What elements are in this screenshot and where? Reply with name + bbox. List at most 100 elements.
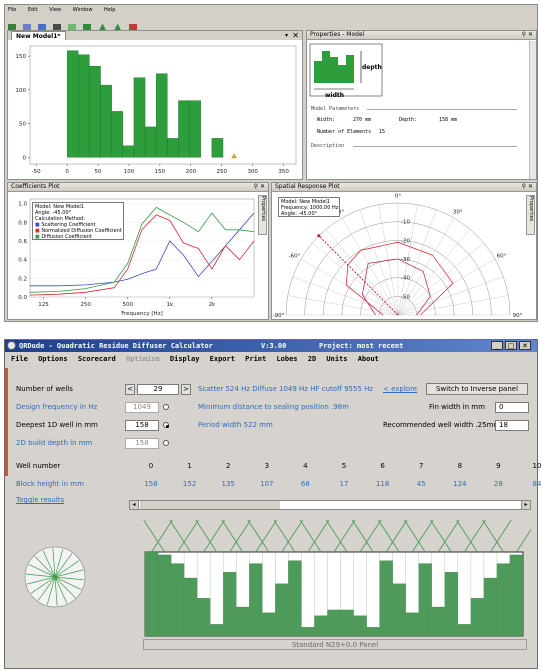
coefficients-legend: Model: New Model1 Angle: -45.00° Calcula… xyxy=(32,202,124,240)
minimize-button[interactable]: _ xyxy=(491,341,503,350)
spatial-close-icon[interactable]: ⚲ ✕ xyxy=(522,183,533,190)
model-params-header: Model Parameters xyxy=(311,106,360,112)
decrement-wells-button[interactable]: < xyxy=(125,384,135,395)
coefficients-title-text: Coefficients Plot xyxy=(11,183,60,190)
deepest-well-input[interactable]: 158 xyxy=(125,420,159,431)
menu-file[interactable]: File xyxy=(11,355,28,363)
y-tick-label: 150 xyxy=(16,54,27,60)
well-number-cell: 1 xyxy=(187,462,192,470)
well-block xyxy=(210,624,224,637)
properties-scrollbar[interactable] xyxy=(529,41,536,179)
menu-help[interactable]: Help xyxy=(104,7,115,13)
frequency-summary: Scatter 524 Hz Diffuse 1049 Hz HF cutoff… xyxy=(198,385,374,393)
well-block xyxy=(301,627,315,637)
angle-label: -60° xyxy=(289,253,301,259)
element-depth-chart: -50 0 50 100 150 200 250 300 350 150 100 50 0 xyxy=(16,45,297,175)
coeff-close-icon[interactable]: ⚲ ✕ xyxy=(254,183,265,190)
depth-bar xyxy=(155,73,168,158)
scroll-right-icon[interactable]: ▸ xyxy=(521,501,530,509)
x-tick-label: 100 xyxy=(124,169,135,175)
tab-menu-icon[interactable]: ▾ xyxy=(285,32,288,39)
block-height-cell: 45 xyxy=(416,480,426,488)
well-block xyxy=(314,615,328,637)
y-tick-label: 1.0 xyxy=(18,202,27,208)
angle-label: 90° xyxy=(513,313,523,319)
depth-bar xyxy=(89,66,101,158)
description-header: Description xyxy=(311,143,345,149)
depth-bar xyxy=(78,54,90,158)
maximize-button[interactable]: □ xyxy=(505,341,517,350)
switch-inverse-button[interactable]: Switch to Inverse panel xyxy=(426,383,528,395)
qrdude-window: QRDude - Quadratic Residue Diffuser Calc… xyxy=(4,339,541,669)
wells-input[interactable]: 29 xyxy=(137,384,179,395)
x-tick-label: 125 xyxy=(38,302,49,308)
well-block xyxy=(509,554,524,637)
tab-new-model1[interactable]: New Model1* xyxy=(11,31,66,40)
menu-display[interactable]: Display xyxy=(170,355,200,363)
properties-side-tab[interactable]: Properties xyxy=(258,195,267,235)
close-icon[interactable]: ✕ xyxy=(292,31,299,40)
block-height-cell: 152 xyxy=(182,480,197,488)
menu-export[interactable]: Export xyxy=(210,355,235,363)
x-tick-label: 2k xyxy=(209,302,216,308)
diagram-well xyxy=(338,65,346,83)
scroll-left-icon[interactable]: ◂ xyxy=(130,501,139,509)
ring-label: -30 xyxy=(401,257,410,263)
properties-side-tab[interactable]: Properties xyxy=(526,195,535,235)
block-height-label: Block height in mm xyxy=(16,480,84,488)
menu-options[interactable]: Options xyxy=(38,355,68,363)
menu-about[interactable]: About xyxy=(358,355,379,363)
well-block xyxy=(496,563,511,637)
menu-units[interactable]: Units xyxy=(326,355,347,363)
well-block xyxy=(262,612,276,637)
menu-file[interactable]: File xyxy=(8,7,16,13)
recommended-width-input[interactable]: 18 xyxy=(495,420,529,431)
depth-bar xyxy=(100,84,112,158)
x-tick-label: 1k xyxy=(166,302,173,308)
x-tick-label: 500 xyxy=(122,302,133,308)
build-depth-radio[interactable] xyxy=(163,440,169,446)
toggle-results-link[interactable]: Toggle results xyxy=(16,496,64,504)
coefficients-pane: Coefficients Plot ⚲ ✕ 1.0 0.8 0.6 0.4 0.2 0.0… xyxy=(7,182,269,320)
block-height-cell: 124 xyxy=(453,480,467,488)
menu-print[interactable]: Print xyxy=(245,355,266,363)
fin-width-input[interactable]: 0 xyxy=(495,402,529,413)
design-frequency-input[interactable]: 1049 xyxy=(125,402,159,413)
block-height-cell: 17 xyxy=(339,480,349,488)
increment-wells-button[interactable]: > xyxy=(181,384,191,395)
menu-scorecard[interactable]: Scorecard xyxy=(78,355,116,363)
scroll-thumb[interactable] xyxy=(140,501,280,509)
y-tick-label: 0.0 xyxy=(18,295,27,301)
close-button[interactable]: ✕ xyxy=(519,341,531,350)
y-tick-label: 0.2 xyxy=(18,276,27,282)
model-editor-window: File Edit View Window Help New Model1* ▾… xyxy=(4,4,538,322)
menu-window[interactable]: Window xyxy=(73,7,93,13)
block-height-cell: 107 xyxy=(260,480,274,488)
depth-bar xyxy=(133,77,146,158)
menu-edit[interactable]: Edit xyxy=(28,7,38,13)
accent-strip xyxy=(5,368,8,476)
well-block xyxy=(170,563,185,637)
deepest-well-radio[interactable] xyxy=(163,422,169,428)
menu-optimise[interactable]: Optimise xyxy=(126,355,160,363)
well-block xyxy=(157,554,172,637)
scatter-ray xyxy=(516,528,531,553)
menu-2d[interactable]: 2D xyxy=(308,355,316,363)
well-number-cell: 6 xyxy=(380,462,385,470)
design-frequency-radio[interactable] xyxy=(163,404,169,410)
horizontal-scrollbar[interactable]: ◂ ▸ xyxy=(129,500,531,510)
menu-view[interactable]: View xyxy=(49,7,61,13)
angle-label: 0° xyxy=(395,194,401,200)
depth-param-value: 158 mm xyxy=(439,117,458,123)
well-block xyxy=(183,577,198,637)
properties-title: Properties - Model ⚲ ✕ xyxy=(307,31,536,40)
depth-bar xyxy=(189,100,201,158)
build-depth-input[interactable]: 158 xyxy=(125,438,159,449)
app-version: V:3.00 xyxy=(261,342,287,350)
well-block xyxy=(470,598,485,637)
explore-link[interactable]: < explore xyxy=(383,385,417,393)
build-depth-label: 2D build depth in mm xyxy=(16,439,93,447)
y-tick-label: 100 xyxy=(16,88,27,94)
menu-lobes[interactable]: Lobes xyxy=(276,355,297,363)
pin-icon[interactable]: ⚲ ✕ xyxy=(522,31,533,38)
